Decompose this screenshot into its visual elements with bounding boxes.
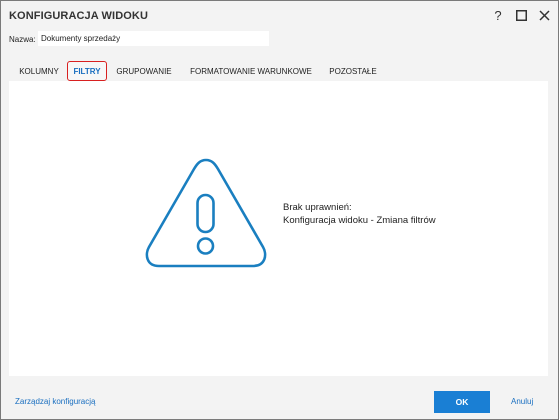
- message-title: Brak uprawnień:: [283, 202, 352, 213]
- help-button[interactable]: ?: [489, 6, 507, 24]
- name-input[interactable]: [38, 31, 269, 46]
- tab-formatowanie-warunkowe[interactable]: FORMATOWANIE WARUNKOWE: [187, 61, 315, 81]
- tab-grupowanie[interactable]: GRUPOWANIE: [112, 61, 176, 81]
- tab-filtry[interactable]: FILTRY: [67, 61, 107, 81]
- tab-kolumny[interactable]: KOLUMNY: [13, 61, 65, 81]
- permission-message: Brak uprawnień: Konfiguracja widoku - Zm…: [283, 201, 453, 227]
- tab-bar: KOLUMNY FILTRY GRUPOWANIE FORMATOWANIE W…: [1, 61, 558, 81]
- close-icon: [538, 9, 550, 21]
- message-detail: Konfiguracja widoku - Zmiana filtrów: [283, 215, 436, 226]
- manage-configuration-link[interactable]: Zarządzaj konfiguracją: [15, 397, 95, 406]
- name-row: Nazwa:: [9, 31, 269, 46]
- dialog-title: KONFIGURACJA WIDOKU: [9, 10, 148, 22]
- ok-button[interactable]: OK: [434, 391, 490, 413]
- maximize-icon: [515, 9, 527, 21]
- filters-panel: Brak uprawnień: Konfiguracja widoku - Zm…: [9, 81, 548, 376]
- warning-triangle-icon: [145, 158, 267, 268]
- dialog-window: KONFIGURACJA WIDOKU ? Nazwa: KOLUMNY FIL…: [0, 0, 559, 420]
- close-button[interactable]: [535, 6, 553, 24]
- tab-pozostale[interactable]: POZOSTAŁE: [326, 61, 380, 81]
- cancel-button[interactable]: Anuluj: [511, 397, 533, 406]
- maximize-button[interactable]: [512, 6, 530, 24]
- name-label: Nazwa:: [9, 34, 36, 44]
- title-bar: KONFIGURACJA WIDOKU ?: [1, 1, 558, 31]
